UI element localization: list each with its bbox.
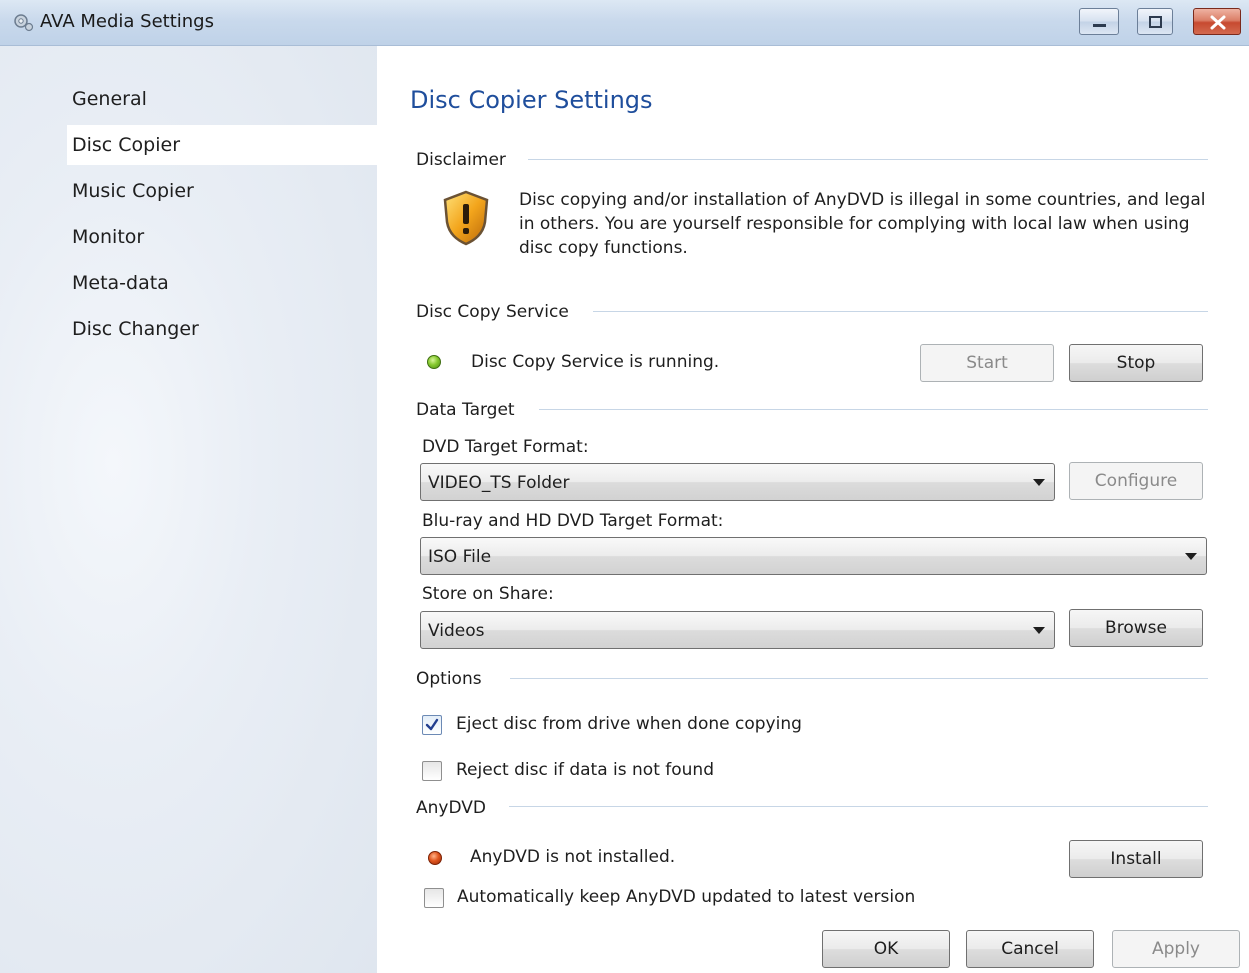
status-not-installed-icon [428,851,442,865]
anydvd-status-text: AnyDVD is not installed. [470,847,676,867]
sidebar-item-disc-copier[interactable]: Disc Copier [67,125,377,165]
service-heading: Disc Copy Service [416,302,569,322]
eject-label: Eject disc from drive when done copying [456,714,802,734]
install-button[interactable]: Install [1069,840,1203,878]
main-panel [377,46,1249,973]
chevron-down-icon [1033,627,1045,634]
sidebar-item-meta-data[interactable]: Meta-data [67,263,377,303]
divider [509,806,1208,807]
ok-button[interactable]: OK [822,930,950,968]
divider [539,409,1208,410]
bluray-format-select[interactable]: ISO File [420,537,1207,575]
sidebar-item-music-copier[interactable]: Music Copier [67,171,377,211]
browse-button[interactable]: Browse [1069,609,1203,647]
apply-button[interactable]: Apply [1112,930,1240,968]
data-target-heading: Data Target [416,400,515,420]
bluray-format-value: ISO File [428,547,492,567]
divider [510,678,1208,679]
sidebar-item-disc-changer[interactable]: Disc Changer [67,309,377,349]
minimize-icon [1093,24,1106,27]
reject-checkbox[interactable] [422,761,442,781]
anydvd-heading: AnyDVD [416,798,486,818]
window-title: AVA Media Settings [40,11,214,32]
auto-update-checkbox[interactable] [424,888,444,908]
dvd-format-value: VIDEO_TS Folder [428,473,570,493]
dvd-format-label: DVD Target Format: [422,437,589,457]
title-bar[interactable]: AVA Media Settings [0,0,1249,46]
stop-button[interactable]: Stop [1069,344,1203,382]
eject-checkbox[interactable] [422,715,442,735]
page-title: Disc Copier Settings [410,86,653,114]
dvd-format-select[interactable]: VIDEO_TS Folder [420,463,1055,501]
cancel-button[interactable]: Cancel [966,930,1094,968]
sidebar-item-monitor[interactable]: Monitor [67,217,377,257]
reject-label: Reject disc if data is not found [456,760,714,780]
disclaimer-heading: Disclaimer [416,150,506,170]
disclaimer-text: Disc copying and/or installation of AnyD… [519,190,1206,258]
minimize-button[interactable] [1079,8,1119,35]
shield-warning-icon [441,190,491,251]
bluray-format-label: Blu-ray and HD DVD Target Format: [422,511,724,531]
chevron-down-icon [1185,553,1197,560]
close-button[interactable] [1193,8,1241,35]
divider [528,159,1208,160]
auto-update-label: Automatically keep AnyDVD updated to lat… [457,887,916,907]
gear-icon [12,12,34,32]
options-heading: Options [416,669,482,689]
start-button[interactable]: Start [920,344,1054,382]
maximize-button[interactable] [1137,8,1173,35]
checkmark-icon [425,718,439,731]
share-select[interactable]: Videos [420,611,1055,649]
service-status-text: Disc Copy Service is running. [471,352,720,372]
close-icon [1210,15,1226,30]
share-label: Store on Share: [422,584,554,604]
sidebar-item-general[interactable]: General [67,79,377,119]
share-value: Videos [428,621,485,641]
chevron-down-icon [1033,479,1045,486]
configure-button[interactable]: Configure [1069,462,1203,500]
maximize-icon [1149,16,1162,28]
status-running-icon [427,355,441,369]
divider [593,311,1208,312]
